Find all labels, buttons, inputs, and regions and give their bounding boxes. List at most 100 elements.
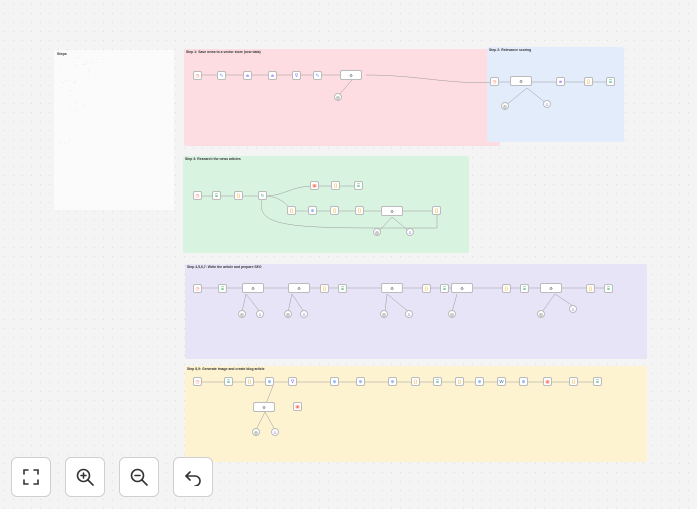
workflow-node-http[interactable]: ⊕: [308, 206, 317, 215]
workflow-node-store[interactable]: ⌸: [520, 284, 529, 293]
sub-node-embed[interactable]: ≡: [256, 310, 264, 318]
workflow-node-code[interactable]: {}: [455, 377, 464, 386]
sub-node-model[interactable]: ◎: [501, 102, 509, 110]
workflow-node-agent[interactable]: ⚙: [340, 70, 362, 80]
workflow-node-code[interactable]: {}: [287, 206, 296, 215]
workflow-node-split[interactable]: ⫙: [243, 71, 252, 80]
sub-node-model[interactable]: ◎: [373, 228, 381, 236]
workflow-node-http[interactable]: ⊕: [330, 377, 339, 386]
database-icon: ⌸: [221, 286, 224, 291]
workflow-node-store[interactable]: ⌸: [433, 377, 442, 386]
workflow-node-http[interactable]: ⊕: [356, 377, 365, 386]
workflow-node-edit[interactable]: ✎: [217, 71, 226, 80]
embedding-icon: ≡: [408, 229, 412, 235]
sub-node-embed[interactable]: ≡: [300, 310, 308, 318]
workflow-node-agent[interactable]: ⚙: [242, 283, 264, 293]
workflow-node-trigger[interactable]: ◷: [193, 284, 202, 293]
workflow-node-code[interactable]: {}: [320, 284, 329, 293]
openai-icon: ◎: [254, 429, 258, 435]
workflow-node-code[interactable]: {}: [411, 377, 420, 386]
workflow-node-http[interactable]: ⊕: [475, 377, 484, 386]
workflow-node-code[interactable]: {}: [432, 206, 441, 215]
workflow-node-code[interactable]: {}: [569, 377, 578, 386]
workflow-node-code[interactable]: {}: [245, 377, 254, 386]
robot-icon: ⚙: [297, 285, 301, 291]
workflow-node-code[interactable]: {}: [586, 284, 595, 293]
sub-node-embed[interactable]: ≡: [543, 100, 551, 108]
workflow-node-split[interactable]: ⫙: [556, 77, 565, 86]
workflow-node-filter[interactable]: ∇: [292, 71, 301, 80]
zoom-out-button[interactable]: [119, 457, 159, 497]
sub-node-embed[interactable]: ≡: [405, 310, 413, 318]
workflow-node-store[interactable]: ⌸: [354, 181, 363, 190]
workflow-node-http[interactable]: ⊕: [265, 377, 274, 386]
workflow-node-edit[interactable]: ✎: [313, 71, 322, 80]
fit-view-button[interactable]: [11, 457, 51, 497]
workflow-node-trigger[interactable]: ◷: [490, 77, 499, 86]
wordpress-icon: W: [499, 379, 504, 384]
robot-icon: ⚙: [390, 208, 394, 214]
workflow-node-store[interactable]: ⌸: [218, 284, 227, 293]
zoom-in-button[interactable]: [65, 457, 105, 497]
workflow-node-agent[interactable]: ⚙: [253, 402, 275, 412]
workflow-node-code[interactable]: {}: [422, 284, 431, 293]
reset-zoom-button[interactable]: [173, 457, 213, 497]
workflow-node-agent[interactable]: ⚙: [540, 283, 562, 293]
workflow-node-trigger[interactable]: ◷: [193, 191, 202, 200]
workflow-node-image[interactable]: ▣: [293, 402, 302, 411]
workflow-node-code[interactable]: {}: [355, 206, 364, 215]
sub-node-model[interactable]: ◎: [284, 310, 292, 318]
sub-node-model[interactable]: ◎: [252, 428, 260, 436]
workflow-node-agent[interactable]: ⚙: [510, 76, 532, 86]
workflow-node-loop[interactable]: ↻: [258, 191, 267, 200]
database-icon: ⌸: [609, 79, 612, 84]
workflow-canvas[interactable]: Steps 1. Get news data (title, images) 2.…: [0, 0, 697, 509]
sub-node-embed[interactable]: ≡: [271, 428, 279, 436]
workflow-node-store[interactable]: ⌸: [440, 284, 449, 293]
zoom-out-icon: [130, 468, 148, 486]
sub-node-embed[interactable]: ≡: [406, 228, 414, 236]
workflow-node-code[interactable]: {}: [330, 206, 339, 215]
workflow-node-image[interactable]: ▣: [310, 181, 319, 190]
pencil-icon: ✎: [315, 73, 320, 78]
workflow-node-code[interactable]: {}: [584, 77, 593, 86]
globe-icon: ⊕: [358, 379, 363, 384]
sub-node-model[interactable]: ◎: [380, 310, 388, 318]
code-braces-icon: {}: [413, 379, 417, 384]
workflow-node-agent[interactable]: ⚙: [288, 283, 310, 293]
workflow-node-split[interactable]: ⫙: [268, 71, 277, 80]
workflow-node-code[interactable]: {}: [234, 191, 243, 200]
workflow-node-code[interactable]: {}: [331, 181, 340, 190]
workflow-node-agent[interactable]: ⚙: [381, 206, 403, 216]
code-braces-icon: {}: [322, 286, 326, 291]
embedding-icon: ≡: [407, 311, 411, 317]
code-braces-icon: {}: [332, 208, 336, 213]
sub-node-model[interactable]: ◎: [537, 310, 545, 318]
workflow-node-wordpress[interactable]: W: [497, 377, 506, 386]
sub-node-model[interactable]: ◎: [334, 93, 342, 101]
openai-icon: ◎: [286, 311, 290, 317]
filter-icon: ∇: [294, 73, 298, 78]
workflow-node-agent[interactable]: ⚙: [451, 283, 473, 293]
sub-node-model[interactable]: ◎: [448, 310, 456, 318]
workflow-node-trigger[interactable]: ◷: [193, 377, 202, 386]
sub-node-embed[interactable]: ≡: [569, 305, 577, 313]
workflow-node-http[interactable]: ⊕: [519, 377, 528, 386]
workflow-node-store[interactable]: ⌸: [224, 377, 233, 386]
workflow-node-trigger[interactable]: ◷: [193, 71, 202, 80]
workflow-node-image[interactable]: ▣: [543, 377, 552, 386]
sub-node-model[interactable]: ◎: [238, 310, 246, 318]
workflow-node-http[interactable]: ⊕: [388, 377, 397, 386]
workflow-node-code[interactable]: {}: [502, 284, 511, 293]
workflow-node-store[interactable]: ⌸: [606, 77, 615, 86]
workflow-node-store[interactable]: ⌸: [212, 191, 221, 200]
workflow-node-store[interactable]: ⌸: [604, 284, 613, 293]
embedding-icon: ≡: [545, 101, 549, 107]
split-icon: ⫙: [270, 73, 275, 78]
workflow-node-store[interactable]: ⌸: [338, 284, 347, 293]
workflow-node-store[interactable]: ⌸: [593, 377, 602, 386]
embedding-icon: ≡: [258, 311, 262, 317]
code-braces-icon: {}: [357, 208, 361, 213]
workflow-node-agent[interactable]: ⚙: [381, 283, 403, 293]
workflow-node-filter[interactable]: ∇: [288, 377, 297, 386]
